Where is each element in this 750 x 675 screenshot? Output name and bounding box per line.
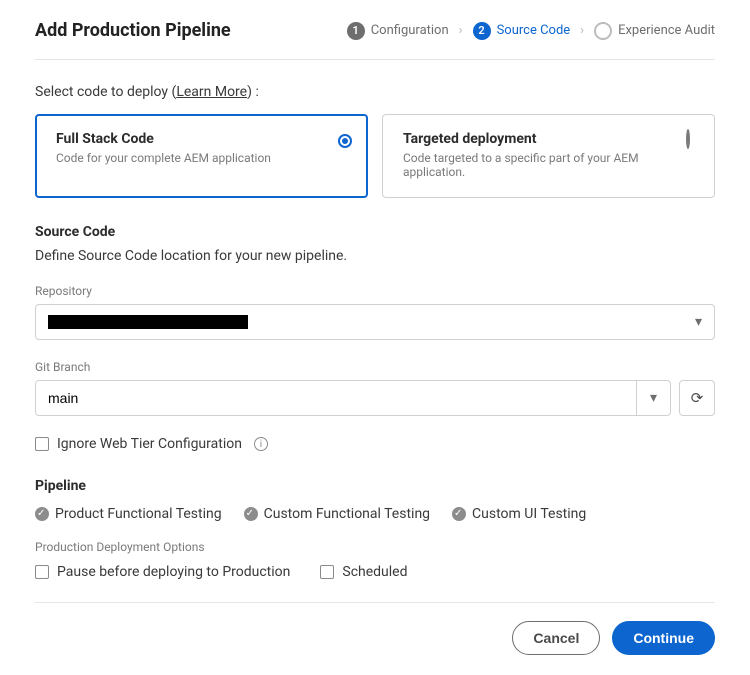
check-icon: [452, 507, 466, 521]
pipeline-heading: Pipeline: [35, 478, 715, 494]
info-icon[interactable]: i: [254, 437, 268, 451]
branch-dropdown-toggle[interactable]: ▾: [636, 381, 670, 415]
radio-empty-icon: [686, 131, 700, 145]
step-experience-audit[interactable]: Experience Audit: [594, 22, 715, 40]
learn-more-link[interactable]: Learn More: [176, 84, 247, 100]
radio-selected-icon: [338, 132, 352, 146]
test-custom-ui: Custom UI Testing: [452, 506, 586, 522]
branch-label: Git Branch: [35, 360, 715, 374]
prod-deploy-options-label: Production Deployment Options: [35, 540, 715, 554]
option-targeted-desc: Code targeted to a specific part of your…: [403, 151, 694, 179]
step-configuration[interactable]: 1 Configuration: [347, 22, 449, 40]
source-code-heading: Source Code: [35, 224, 715, 240]
test-custom-functional: Custom Functional Testing: [244, 506, 430, 522]
pause-before-prod-label: Pause before deploying to Production: [57, 564, 290, 580]
pipeline-tests: Product Functional Testing Custom Functi…: [35, 506, 715, 522]
option-full-stack-desc: Code for your complete AEM application: [56, 151, 347, 165]
chevron-right-icon: ›: [459, 23, 463, 38]
step-label-3: Experience Audit: [618, 23, 715, 38]
dialog-header: Add Production Pipeline 1 Configuration …: [35, 20, 715, 60]
branch-input[interactable]: [36, 381, 636, 415]
branch-combobox[interactable]: ▾: [35, 380, 671, 416]
test-label: Custom UI Testing: [472, 506, 586, 522]
chevron-down-icon: ▾: [695, 314, 702, 330]
prompt-text: Select code to deploy (: [35, 84, 176, 100]
dialog-footer: Cancel Continue: [35, 621, 715, 655]
prompt-suffix: ) :: [247, 84, 259, 100]
test-label: Product Functional Testing: [55, 506, 222, 522]
repository-label: Repository: [35, 284, 715, 298]
step-empty-badge-3: [594, 22, 612, 40]
repository-select[interactable]: ▾: [35, 304, 715, 340]
step-label-2: Source Code: [497, 23, 571, 38]
wizard-stepper: 1 Configuration › 2 Source Code › Experi…: [347, 22, 715, 40]
step-source-code[interactable]: 2 Source Code: [473, 22, 571, 40]
step-badge-1: 1: [347, 22, 365, 40]
continue-button[interactable]: Continue: [612, 621, 715, 655]
pause-before-prod-checkbox[interactable]: [35, 565, 49, 579]
option-full-stack-code[interactable]: Full Stack Code Code for your complete A…: [35, 114, 368, 198]
source-code-description: Define Source Code location for your new…: [35, 248, 715, 264]
deploy-option-cards: Full Stack Code Code for your complete A…: [35, 114, 715, 198]
scheduled-label: Scheduled: [342, 564, 407, 580]
chevron-down-icon: ▾: [650, 390, 657, 406]
refresh-branches-button[interactable]: ⟳: [679, 380, 715, 416]
step-badge-2: 2: [473, 22, 491, 40]
ignore-web-tier-label: Ignore Web Tier Configuration: [57, 436, 242, 452]
option-targeted-title: Targeted deployment: [403, 131, 694, 147]
prod-deploy-options: Pause before deploying to Production Sch…: [35, 564, 715, 603]
step-label-1: Configuration: [371, 23, 449, 38]
test-label: Custom Functional Testing: [264, 506, 430, 522]
repository-value-redacted: [48, 315, 248, 329]
ignore-web-tier-checkbox[interactable]: [35, 437, 49, 451]
refresh-icon: ⟳: [691, 389, 704, 407]
check-icon: [35, 507, 49, 521]
test-product-functional: Product Functional Testing: [35, 506, 222, 522]
option-full-stack-title: Full Stack Code: [56, 131, 347, 147]
scheduled-checkbox[interactable]: [320, 565, 334, 579]
dialog-title: Add Production Pipeline: [35, 20, 231, 41]
check-icon: [244, 507, 258, 521]
option-targeted-deployment[interactable]: Targeted deployment Code targeted to a s…: [382, 114, 715, 198]
cancel-button[interactable]: Cancel: [512, 621, 600, 655]
select-code-prompt: Select code to deploy (Learn More) :: [35, 84, 715, 100]
chevron-right-icon: ›: [580, 23, 584, 38]
